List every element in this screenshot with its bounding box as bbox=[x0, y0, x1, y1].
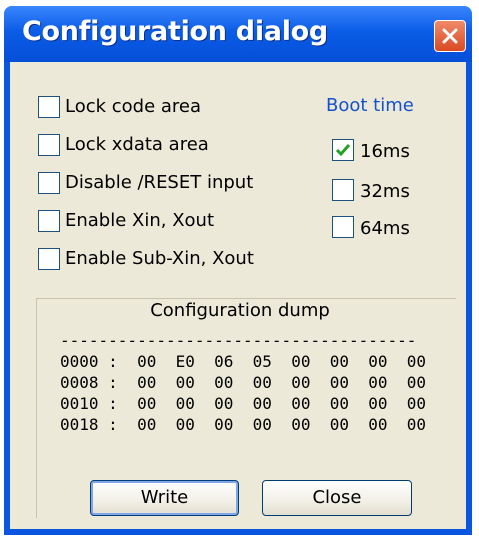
lock-xdata-area-label: Lock xdata area bbox=[65, 134, 209, 155]
enable-sub-xin-xout-label: Enable Sub-Xin, Xout bbox=[65, 248, 254, 269]
title-bar[interactable]: Configuration dialog bbox=[4, 6, 472, 62]
dump-row: 0008 : 00 00 00 00 00 00 00 00 bbox=[60, 373, 427, 392]
checkmark-icon bbox=[335, 144, 351, 157]
close-window-button[interactable] bbox=[434, 20, 466, 52]
disable-reset-input-checkbox[interactable] bbox=[38, 172, 60, 194]
boot-time-heading: Boot time bbox=[326, 95, 414, 116]
dump-row: 0010 : 00 00 00 00 00 00 00 00 bbox=[60, 394, 427, 413]
boot-32ms-label: 32ms bbox=[360, 181, 410, 202]
enable-sub-xin-xout-checkbox[interactable] bbox=[38, 248, 60, 270]
boot-16ms-checkbox[interactable] bbox=[332, 139, 354, 161]
lock-code-area-label: Lock code area bbox=[65, 96, 202, 117]
enable-xin-xout-checkbox[interactable] bbox=[38, 210, 60, 232]
lock-xdata-area-checkbox[interactable] bbox=[38, 134, 60, 156]
configuration-dump-text: ------------------------------------- 000… bbox=[60, 330, 426, 435]
boot-32ms-checkbox[interactable] bbox=[332, 179, 354, 201]
enable-xin-xout-label: Enable Xin, Xout bbox=[65, 210, 215, 231]
dialog-title: Configuration dialog bbox=[22, 16, 328, 47]
dump-row: 0018 : 00 00 00 00 00 00 00 00 bbox=[60, 415, 427, 434]
boot-16ms-label: 16ms bbox=[360, 141, 410, 162]
configuration-dump-title: Configuration dump bbox=[150, 300, 330, 321]
disable-reset-input-label: Disable /RESET input bbox=[65, 172, 254, 193]
dialog-client-area: Lock code area Lock xdata area Disable /… bbox=[10, 62, 466, 529]
write-button[interactable]: Write bbox=[90, 480, 239, 516]
boot-64ms-checkbox[interactable] bbox=[332, 216, 354, 238]
dialog-window: Configuration dialog Lock code area Lock… bbox=[4, 6, 472, 535]
dump-separator: ------------------------------------- bbox=[60, 331, 417, 350]
close-button[interactable]: Close bbox=[262, 480, 412, 516]
lock-code-area-checkbox[interactable] bbox=[38, 96, 60, 118]
dump-row: 0000 : 00 E0 06 05 00 00 00 00 bbox=[60, 352, 427, 371]
boot-64ms-label: 64ms bbox=[360, 218, 410, 239]
close-x-icon bbox=[442, 28, 458, 44]
